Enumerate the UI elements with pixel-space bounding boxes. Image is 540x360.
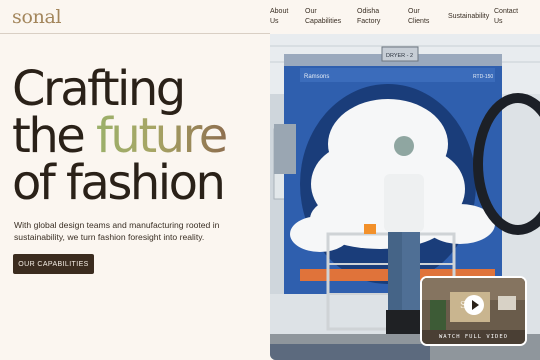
our-capabilities-button[interactable]: OUR CAPABILITIES [13, 254, 94, 274]
nav-label-line2: Us [494, 18, 503, 25]
hero-subtext: With global design teams and manufacturi… [14, 220, 220, 242]
nav-label-line1: Our [408, 8, 420, 15]
nav-label-line2: Capabilities [305, 18, 342, 25]
site-header: sonal About Us Our Capabilities Odisha F… [0, 0, 540, 34]
nav-odisha-factory[interactable]: Odisha Factory [357, 7, 380, 27]
nav-label-line1: Contact [494, 8, 519, 15]
watch-video-label: WATCH FULL VIDEO [439, 334, 508, 340]
logo[interactable]: sonal [12, 6, 62, 28]
nav-our-clients[interactable]: Our Clients [408, 7, 429, 27]
nav-label-line2: Factory [357, 18, 381, 25]
nav-label-line1: Odisha [357, 8, 380, 15]
nav-label-line1: About [270, 8, 289, 15]
hero-headline: Crafting the future of fashion [12, 61, 228, 211]
headline-line-2: the future [12, 112, 228, 160]
play-icon[interactable] [464, 295, 484, 315]
header-divider [0, 33, 270, 34]
headline-line-1: Crafting [12, 61, 186, 117]
nav-sustainability[interactable]: Sustainability [448, 12, 489, 22]
nav-label-line1: Our [305, 8, 317, 15]
nav-our-capabilities[interactable]: Our Capabilities [305, 7, 341, 27]
nav-label-line2: Us [270, 18, 279, 25]
nav-about-us[interactable]: About Us [270, 7, 288, 27]
headline-line-3: of fashion [12, 155, 226, 211]
nav-label-line1: Sustainability [448, 13, 490, 20]
dryer-badge: DRYER - 2 [386, 53, 413, 59]
machine-brand: Ramsons [304, 74, 329, 80]
nav-label-line2: Clients [408, 18, 430, 25]
machine-model: RTD-150 [473, 74, 493, 80]
nav-contact-us[interactable]: Contact Us [494, 7, 518, 27]
watch-video-card[interactable]: SA WATCH FULL VIDEO [420, 276, 527, 346]
